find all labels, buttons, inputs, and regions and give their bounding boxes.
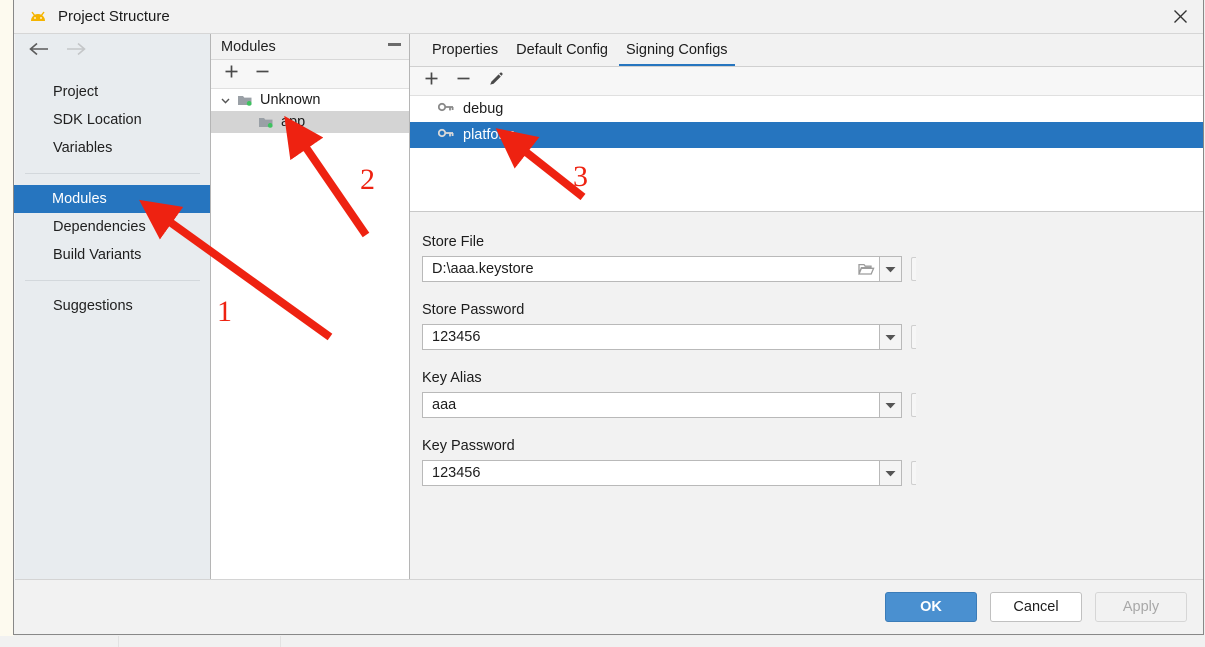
screen: Project Structure Project SDK Location V… [0, 0, 1205, 647]
sidebar-item-modules[interactable]: Modules [14, 185, 210, 213]
tab-label: Signing Configs [625, 42, 728, 58]
dialog-button-bar: OK Cancel Apply [15, 579, 1203, 633]
sidebar-item-build-variants[interactable]: Build Variants [15, 241, 210, 269]
modules-panel: Modules Unknown app [211, 34, 410, 579]
input-value: aaa [432, 397, 457, 413]
close-icon[interactable] [1157, 0, 1203, 33]
tree-item-unknown[interactable]: Unknown [211, 89, 409, 111]
tab-signing-configs[interactable]: Signing Configs [617, 42, 737, 66]
tree-item-app[interactable]: app [211, 111, 409, 133]
desktop-background-bottom [0, 636, 1205, 647]
signing-configs-list: debug platform [410, 96, 1203, 212]
input-value: 123456 [432, 329, 481, 345]
sidebar-item-label: Suggestions [53, 298, 133, 314]
tab-properties[interactable]: Properties [423, 42, 507, 66]
sidebar-divider [25, 280, 200, 281]
sidebar-item-label: Project [53, 84, 99, 100]
key-icon [437, 101, 454, 117]
tree-item-label: Unknown [260, 92, 321, 108]
desktop-background-left [0, 0, 14, 647]
minimize-icon[interactable] [388, 43, 401, 46]
tree-item-label: app [281, 114, 306, 130]
key-password-input[interactable]: 123456 [422, 460, 880, 486]
key-icon [437, 127, 454, 143]
folder-open-icon[interactable] [853, 262, 879, 276]
input-value: 123456 [432, 465, 481, 481]
tab-default-config[interactable]: Default Config [507, 42, 617, 66]
store-password-extra-button[interactable] [911, 325, 916, 349]
field-label: Key Password [422, 438, 515, 454]
tab-label: Default Config [516, 42, 608, 58]
key-alias-extra-button[interactable] [911, 393, 916, 417]
folder-module-icon [258, 115, 274, 129]
sidebar-item-sdk-location[interactable]: SDK Location [15, 106, 210, 134]
store-file-input[interactable]: D:\aaa.keystore [422, 256, 880, 282]
field-key-password: Key Password 123456 [422, 438, 1203, 486]
folder-module-icon [237, 93, 253, 107]
key-alias-dropdown[interactable] [880, 392, 902, 418]
field-store-file: Store File D:\aaa.keystore [422, 234, 1203, 282]
config-item-label: platform [463, 127, 516, 143]
config-item-debug[interactable]: debug [410, 96, 1203, 122]
field-label: Store Password [422, 302, 525, 318]
store-file-extra-button[interactable] [911, 257, 916, 281]
sidebar-item-label: Build Variants [53, 247, 142, 263]
field-store-password: Store Password 123456 [422, 302, 1203, 350]
chevron-down-icon[interactable] [219, 94, 232, 107]
sidebar-item-label: SDK Location [53, 112, 142, 128]
plus-icon[interactable] [424, 71, 439, 91]
window-title: Project Structure [58, 8, 170, 25]
tab-label: Properties [432, 42, 499, 58]
modules-panel-header: Modules [211, 34, 409, 60]
annotation-number-2: 2 [360, 163, 375, 196]
minus-icon[interactable] [255, 64, 270, 84]
modules-panel-title: Modules [221, 38, 276, 55]
modules-toolbar [211, 60, 409, 89]
store-file-dropdown[interactable] [880, 256, 902, 282]
android-icon [28, 7, 48, 27]
pencil-icon[interactable] [488, 71, 504, 92]
key-password-dropdown[interactable] [880, 460, 902, 486]
minus-icon[interactable] [456, 71, 471, 91]
config-item-platform[interactable]: platform [410, 122, 1203, 148]
annotation-number-1: 1 [217, 295, 232, 328]
plus-icon[interactable] [224, 64, 239, 84]
config-item-label: debug [463, 101, 504, 117]
ok-button[interactable]: OK [885, 591, 977, 622]
sidebar-item-label: Dependencies [53, 219, 146, 235]
field-label: Key Alias [422, 370, 482, 386]
arrow-left-icon[interactable] [28, 42, 50, 61]
store-password-dropdown[interactable] [880, 324, 902, 350]
sidebar-item-dependencies[interactable]: Dependencies [15, 213, 210, 241]
sidebar-item-project[interactable]: Project [15, 78, 210, 106]
arrow-right-icon[interactable] [65, 42, 87, 61]
ok-button-label: OK [920, 598, 942, 615]
sidebar-item-suggestions[interactable]: Suggestions [15, 292, 210, 320]
cancel-button[interactable]: Cancel [990, 591, 1082, 622]
right-panel: Properties Default Config Signing Config… [410, 34, 1203, 579]
sidebar-item-label: Modules [52, 191, 107, 207]
signing-config-form: Store File D:\aaa.keystore Store Passwor… [410, 212, 1203, 486]
signing-configs-toolbar [410, 67, 1203, 96]
tab-bar: Properties Default Config Signing Config… [410, 34, 1203, 67]
input-value: D:\aaa.keystore [432, 261, 534, 277]
title-bar: Project Structure [14, 0, 1203, 34]
sidebar-item-variables[interactable]: Variables [15, 134, 210, 162]
apply-button: Apply [1095, 591, 1187, 622]
project-structure-dialog: Project Structure Project SDK Location V… [13, 0, 1204, 635]
annotation-number-3: 3 [573, 160, 588, 193]
cancel-button-label: Cancel [1013, 598, 1059, 615]
left-sidebar: Project SDK Location Variables Modules D… [14, 34, 211, 579]
sidebar-item-label: Variables [53, 140, 113, 156]
field-label: Store File [422, 234, 485, 250]
store-password-input[interactable]: 123456 [422, 324, 880, 350]
key-password-extra-button[interactable] [911, 461, 916, 485]
field-key-alias: Key Alias aaa [422, 370, 1203, 418]
apply-button-label: Apply [1122, 598, 1160, 615]
sidebar-divider [25, 173, 200, 174]
navigation-arrows [15, 34, 210, 68]
key-alias-input[interactable]: aaa [422, 392, 880, 418]
